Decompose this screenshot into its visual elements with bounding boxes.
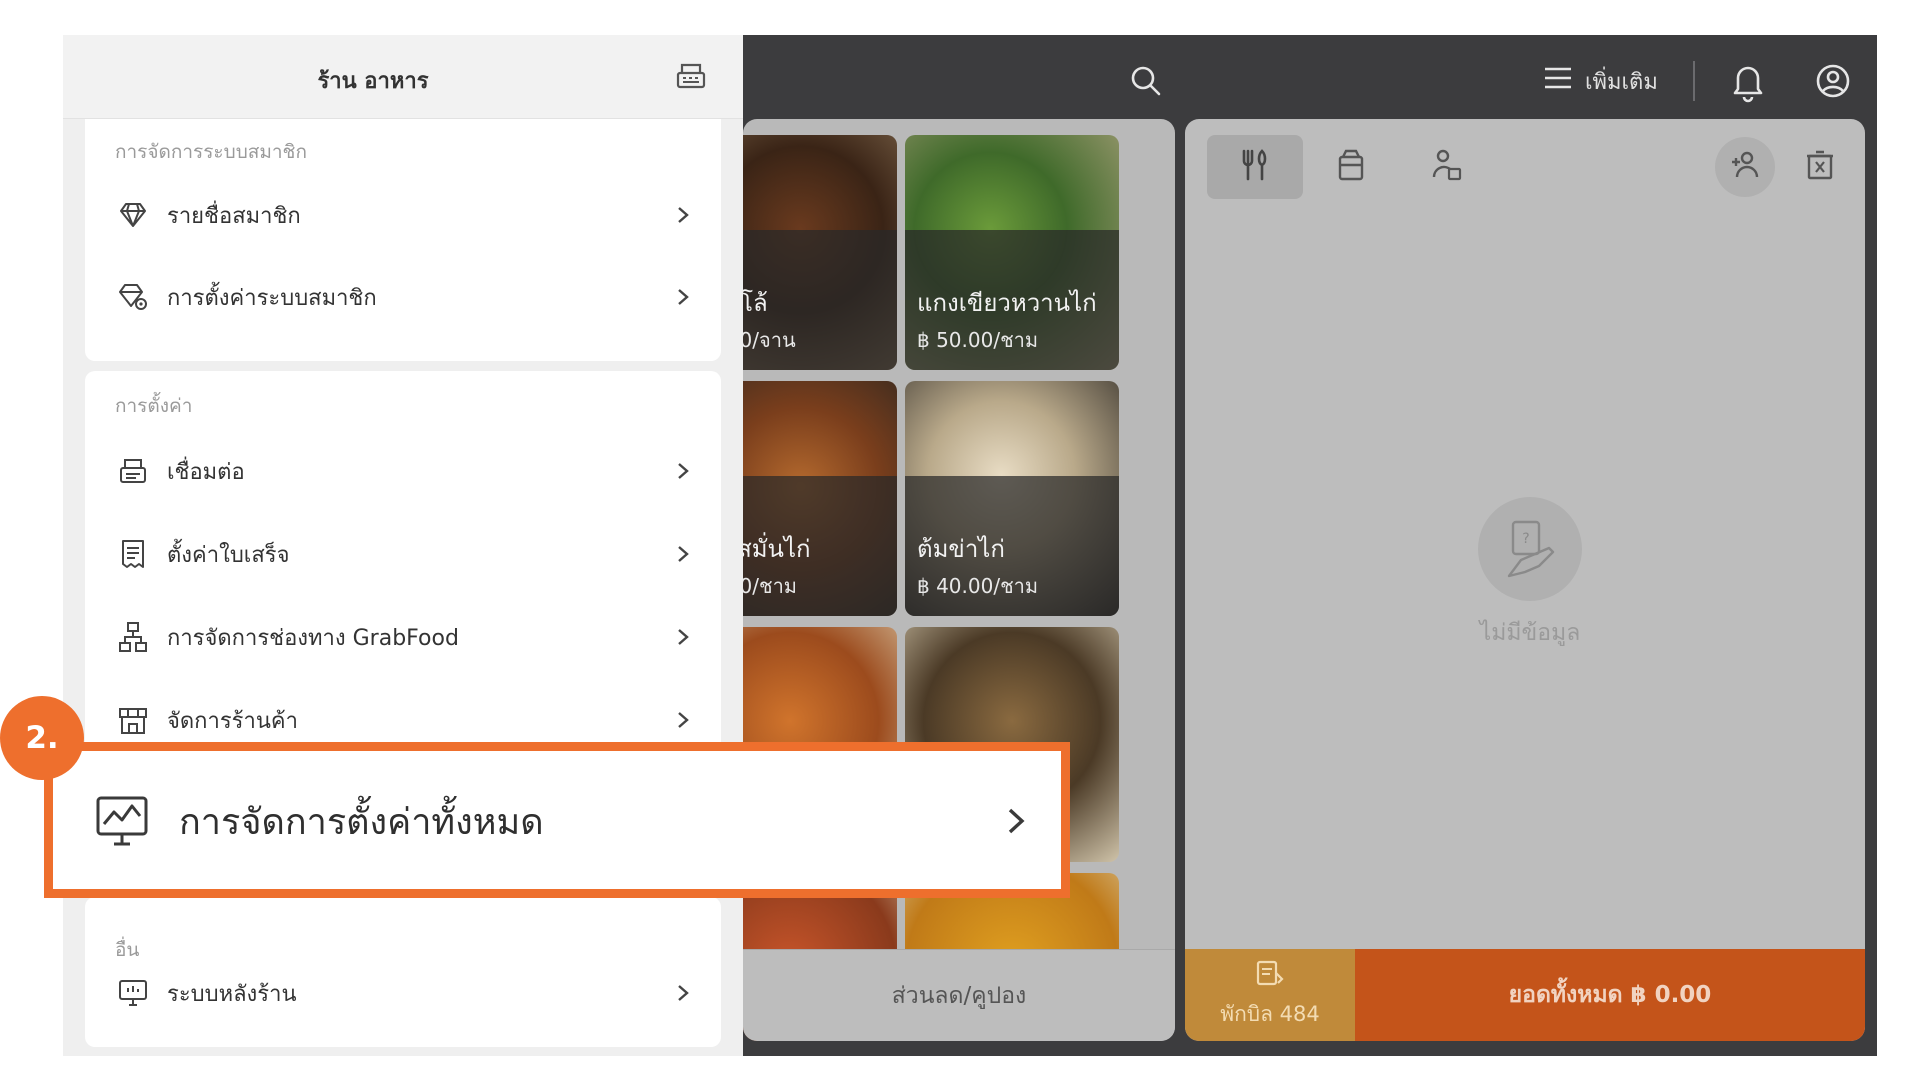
printer-connect-icon [115, 453, 151, 489]
discount-coupon-button[interactable]: ส่วนลด/คูปอง [743, 949, 1175, 1041]
chevron-right-icon [671, 459, 695, 483]
section-label-member: การจัดการระบบสมาชิก [115, 141, 307, 163]
chevron-right-icon [671, 625, 695, 649]
hold-bill-button[interactable]: พักบิล 484 [1185, 949, 1355, 1041]
tab-dine-in[interactable] [1207, 135, 1303, 199]
food-price: 40.00/ชาม [743, 574, 797, 598]
discount-label: ส่วนลด/คูปอง [891, 982, 1027, 1009]
chevron-right-icon [671, 203, 695, 227]
chevron-right-icon [999, 804, 1033, 838]
receipt-icon [115, 536, 151, 572]
trash-x-icon [1804, 148, 1836, 186]
food-price: ฿ 40.00/ชาม [917, 574, 1039, 598]
section-label-other: อื่น [115, 939, 140, 961]
shop-title: ร้าน อาหาร [317, 69, 429, 94]
sidebar-item-receipt-settings[interactable]: ตั้งค่าใบเสร็จ [115, 526, 695, 582]
sidebar-item-label: ระบบหลังร้าน [167, 981, 297, 1007]
search-icon[interactable] [1128, 63, 1164, 99]
food-name: กงมัสมั่นไก่ [743, 535, 811, 563]
total-pay-button[interactable]: ยอดทั้งหมด ฿ 0.00 [1355, 949, 1865, 1041]
sidebar-item-connect[interactable]: เชื่อมต่อ [115, 443, 695, 499]
sidebar-item-label: รายชื่อสมาชิก [167, 203, 301, 229]
hold-bill-label: พักบิล 484 [1220, 1002, 1320, 1026]
sidebar-item-member-settings[interactable]: การตั้งค่าระบบสมาชิก [115, 269, 695, 325]
chevron-right-icon [671, 981, 695, 1005]
total-label: ยอดทั้งหมด ฿ 0.00 [1508, 982, 1712, 1008]
sidebar-item-label: ตั้งค่าใบเสร็จ [167, 542, 290, 568]
food-card[interactable]: แกงเขียวหวานไก่ ฿ 50.00/ชาม [905, 135, 1119, 370]
clear-order-button[interactable] [1790, 135, 1850, 199]
settings-sidebar: ร้าน อาหาร การจัดการระบบสมาชิก รายชื่อสม… [63, 35, 743, 1056]
sidebar-item-grabfood-channel[interactable]: การจัดการช่องทาง GrabFood [115, 609, 695, 665]
member-settings-icon [115, 279, 151, 315]
utensils-icon [1238, 147, 1272, 187]
food-card[interactable]: กงมัสมั่นไก่ 40.00/ชาม [743, 381, 897, 616]
food-price: 45.00/จาน [743, 328, 796, 352]
more-menu-button[interactable]: เพิ่มเติม [1543, 57, 1658, 105]
sidebar-item-all-settings[interactable]: การจัดการตั้งค่าทั้งหมด [93, 779, 1033, 863]
monitor-chart-icon [93, 792, 151, 850]
food-price: ฿ 50.00/ชาม [917, 328, 1039, 352]
other-card: อื่น ระบบหลังร้าน [85, 897, 721, 1047]
food-card[interactable]: ข่พะโล้ 45.00/จาน [743, 135, 897, 370]
backoffice-icon [115, 975, 151, 1011]
chevron-right-icon [671, 542, 695, 566]
cash-register-icon[interactable] [673, 57, 709, 93]
person-bag-icon [1430, 147, 1464, 187]
diamond-icon [115, 197, 151, 233]
tab-customer-pickup[interactable] [1399, 135, 1495, 199]
hold-bill-icon [1254, 959, 1286, 992]
sidebar-item-member-list[interactable]: รายชื่อสมาชิก [115, 187, 695, 243]
takeaway-bag-icon [1334, 147, 1368, 187]
food-name: แกงเขียวหวานไก่ [917, 289, 1097, 317]
highlight-callout: การจัดการตั้งค่าทั้งหมด [44, 742, 1070, 898]
food-card[interactable]: ต้มข่าไก่ ฿ 40.00/ชาม [905, 381, 1119, 616]
food-name: ต้มข่าไก่ [917, 535, 1005, 563]
sidebar-item-store-management[interactable]: จัดการร้านค้า [115, 692, 695, 748]
empty-data-icon: ? [1478, 497, 1582, 601]
bell-icon[interactable] [1728, 59, 1768, 103]
hamburger-icon [1543, 65, 1573, 97]
chevron-right-icon [671, 708, 695, 732]
menu-grid-panel: ข่พะโล้ 45.00/จาน แกงเขียวหวานไก่ ฿ 50.0… [743, 119, 1175, 1041]
sidebar-item-backoffice[interactable]: ระบบหลังร้าน [115, 965, 695, 1021]
topbar-divider [1693, 61, 1695, 101]
sidebar-item-label: การตั้งค่าระบบสมาชิก [167, 285, 377, 311]
more-label: เพิ่มเติม [1585, 69, 1658, 95]
user-account-icon[interactable] [1811, 59, 1855, 103]
food-name: ข่พะโล้ [743, 289, 768, 317]
empty-state: ? ไม่มีข้อมูล [1465, 497, 1595, 651]
empty-state-label: ไม่มีข้อมูล [1479, 620, 1581, 646]
channel-icon [115, 619, 151, 655]
sidebar-item-label: การจัดการช่องทาง GrabFood [167, 625, 459, 651]
sidebar-item-label: จัดการร้านค้า [167, 708, 298, 734]
member-management-card: การจัดการระบบสมาชิก รายชื่อสมาชิก การตั้… [85, 119, 721, 361]
settings-card: การตั้งค่า เชื่อมต่อ ตั้งค่าใบเสร็จ การจ… [85, 371, 721, 771]
tab-takeaway[interactable] [1303, 135, 1399, 199]
store-icon [115, 702, 151, 738]
order-panel: ? ไม่มีข้อมูล พักบิล 484 ยอดทั้งหมด ฿ 0.… [1185, 119, 1865, 1041]
sidebar-header: ร้าน อาหาร [63, 35, 743, 119]
add-customer-button[interactable] [1715, 137, 1775, 197]
add-person-icon [1728, 148, 1762, 186]
chevron-right-icon [671, 285, 695, 309]
pos-app: เพิ่มเติม ข่พะโล้ 45.00/จาน แกงเขียวหวาน… [63, 35, 1877, 1056]
sidebar-item-label: เชื่อมต่อ [167, 459, 245, 485]
sidebar-item-label: การจัดการตั้งค่าทั้งหมด [179, 801, 544, 843]
section-label-settings: การตั้งค่า [115, 395, 193, 417]
step-badge: 2. [0, 696, 84, 780]
svg-text:?: ? [1522, 531, 1529, 547]
